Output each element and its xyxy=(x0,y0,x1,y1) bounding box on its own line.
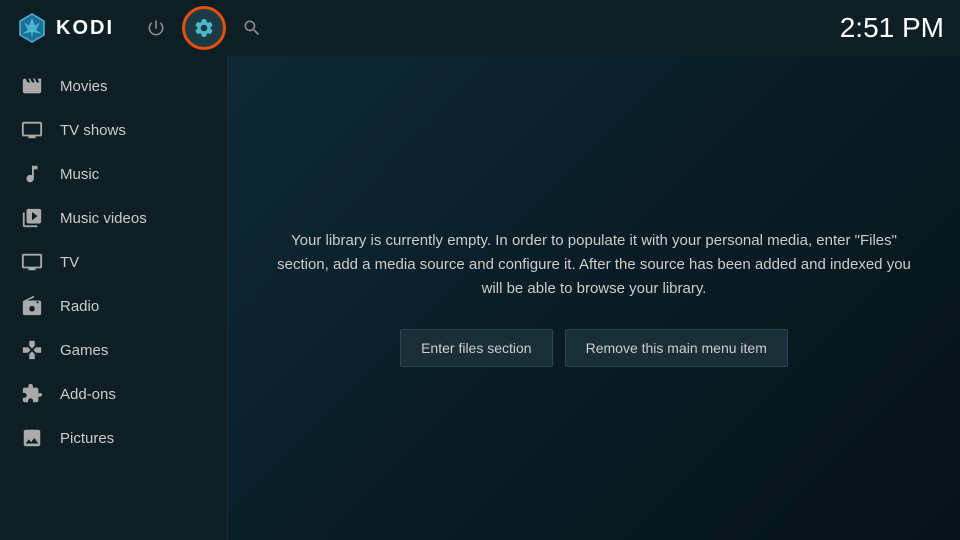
games-label: Games xyxy=(60,342,108,359)
sidebar-item-radio[interactable]: Radio xyxy=(0,284,227,328)
action-buttons: Enter files section Remove this main men… xyxy=(268,329,920,367)
kodi-icon xyxy=(16,12,48,44)
sidebar: Movies TV shows Music Music videos TV xyxy=(0,56,228,540)
content-area: Your library is currently empty. In orde… xyxy=(228,56,960,540)
sidebar-item-games[interactable]: Games xyxy=(0,328,227,372)
pictures-label: Pictures xyxy=(60,430,114,447)
sidebar-item-tv[interactable]: TV xyxy=(0,240,227,284)
radio-label: Radio xyxy=(60,298,99,315)
power-button[interactable] xyxy=(134,6,178,50)
music-videos-label: Music videos xyxy=(60,210,147,227)
sidebar-item-movies[interactable]: Movies xyxy=(0,64,227,108)
tv-label: TV xyxy=(60,254,79,271)
games-icon xyxy=(20,338,44,362)
search-button[interactable] xyxy=(230,6,274,50)
music-icon xyxy=(20,162,44,186)
kodi-logo: KODI xyxy=(16,12,114,44)
tv-icon xyxy=(20,250,44,274)
time-display: 2:51 PM xyxy=(840,12,944,44)
empty-library-box: Your library is currently empty. In orde… xyxy=(268,229,920,367)
sidebar-item-music-videos[interactable]: Music videos xyxy=(0,196,227,240)
main-content: Movies TV shows Music Music videos TV xyxy=(0,56,960,540)
sidebar-item-addons[interactable]: Add-ons xyxy=(0,372,227,416)
sidebar-item-pictures[interactable]: Pictures xyxy=(0,416,227,460)
search-icon xyxy=(242,18,262,38)
music-videos-icon xyxy=(20,206,44,230)
power-icon xyxy=(146,18,166,38)
movies-label: Movies xyxy=(60,78,108,95)
settings-icon xyxy=(193,17,215,39)
tvshows-icon xyxy=(20,118,44,142)
tvshows-label: TV shows xyxy=(60,122,126,139)
top-icons xyxy=(134,6,274,50)
sidebar-item-music[interactable]: Music xyxy=(0,152,227,196)
pictures-icon xyxy=(20,426,44,450)
app-title: KODI xyxy=(56,17,114,40)
top-bar: KODI 2:51 PM xyxy=(0,0,960,56)
sidebar-item-tvshows[interactable]: TV shows xyxy=(0,108,227,152)
empty-library-message: Your library is currently empty. In orde… xyxy=(268,229,920,301)
addons-icon xyxy=(20,382,44,406)
radio-icon xyxy=(20,294,44,318)
movies-icon xyxy=(20,74,44,98)
enter-files-button[interactable]: Enter files section xyxy=(400,329,553,367)
addons-label: Add-ons xyxy=(60,386,116,403)
remove-menu-item-button[interactable]: Remove this main menu item xyxy=(565,329,788,367)
music-label: Music xyxy=(60,166,99,183)
settings-button[interactable] xyxy=(182,6,226,50)
